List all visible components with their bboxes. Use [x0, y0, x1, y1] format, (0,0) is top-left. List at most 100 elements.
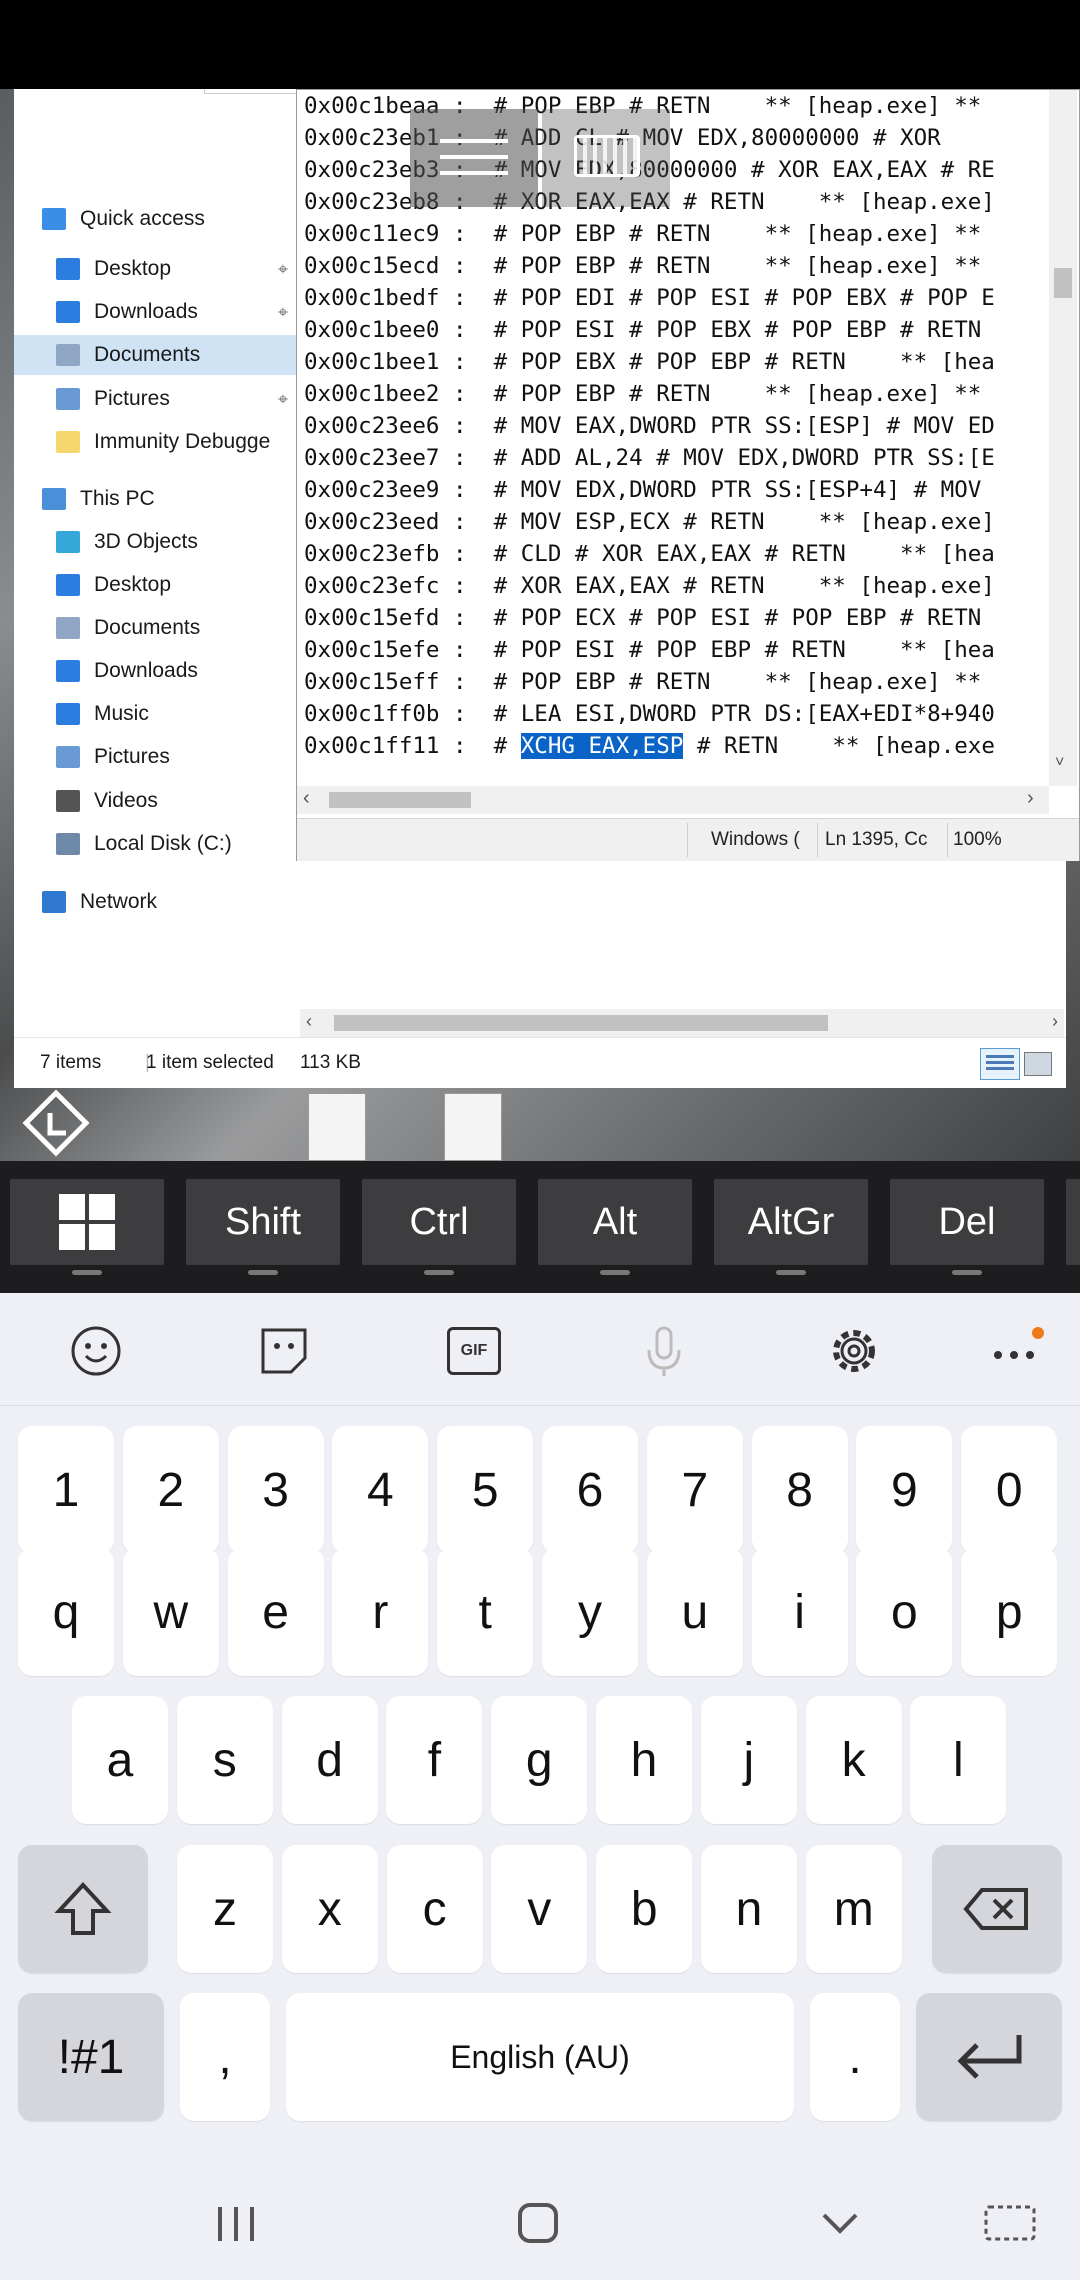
- nav-item[interactable]: Quick access: [42, 199, 298, 239]
- nav-item[interactable]: Network: [42, 882, 298, 922]
- key-n[interactable]: n: [701, 1845, 797, 1973]
- notepad-vertical-scrollbar[interactable]: ˅: [1049, 90, 1077, 786]
- key-w[interactable]: w: [122, 1548, 219, 1676]
- nav-item[interactable]: Desktop ⌖: [56, 249, 298, 289]
- nav-item[interactable]: Local Disk (C:): [56, 824, 298, 864]
- nav-item[interactable]: Pictures: [56, 737, 298, 777]
- remote-keyboard-button[interactable]: [542, 109, 670, 207]
- text-file-icon[interactable]: [308, 1093, 366, 1161]
- scroll-right-icon[interactable]: ›: [1052, 1011, 1058, 1032]
- nav-item[interactable]: Documents⌖: [14, 335, 340, 375]
- key-p[interactable]: p: [961, 1548, 1058, 1676]
- selected-text: XCHG EAX,ESP: [520, 733, 684, 759]
- scroll-left-icon[interactable]: ‹: [306, 1011, 312, 1032]
- home-icon[interactable]: [516, 2201, 560, 2245]
- extra-key-ctrl[interactable]: Ctrl: [362, 1179, 516, 1275]
- scrollbar-thumb[interactable]: [334, 1015, 828, 1031]
- nav-item[interactable]: 3D Objects: [56, 522, 298, 562]
- enter-icon: [957, 2035, 1022, 2079]
- extra-key-alt[interactable]: Alt: [538, 1179, 692, 1275]
- sticker-icon[interactable]: [254, 1321, 314, 1381]
- nav-item[interactable]: Downloads ⌖: [56, 292, 298, 332]
- space-key[interactable]: English (AU): [286, 1993, 794, 2121]
- key-5[interactable]: 5: [437, 1426, 534, 1554]
- key-f[interactable]: f: [386, 1696, 483, 1824]
- nav-item[interactable]: Desktop: [56, 565, 298, 605]
- scrollbar-thumb[interactable]: [1054, 268, 1072, 298]
- code-line: 0x00c1bee1 : # POP EBX # POP EBP # RETN …: [304, 349, 995, 375]
- symbols-key[interactable]: !#1: [18, 1993, 164, 2121]
- backspace-icon: [963, 1888, 1028, 1930]
- nav-item[interactable]: Downloads: [56, 651, 298, 691]
- key-s[interactable]: s: [176, 1696, 273, 1824]
- nav-item[interactable]: Immunity Debugge: [56, 422, 298, 462]
- key-u[interactable]: u: [646, 1548, 743, 1676]
- key-e[interactable]: e: [227, 1548, 324, 1676]
- key-1[interactable]: 1: [18, 1426, 114, 1554]
- key-b[interactable]: b: [596, 1845, 693, 1973]
- key-t[interactable]: t: [437, 1548, 534, 1676]
- microphone-icon[interactable]: [634, 1321, 694, 1381]
- text-file-icon[interactable]: [444, 1093, 502, 1161]
- extra-key-more[interactable]: [1066, 1179, 1080, 1265]
- key-6[interactable]: 6: [542, 1426, 638, 1554]
- scrollbar-thumb[interactable]: [329, 792, 471, 808]
- large-icons-view-icon[interactable]: [1024, 1052, 1052, 1076]
- key-9[interactable]: 9: [856, 1426, 953, 1554]
- scroll-right-icon[interactable]: ›: [1027, 787, 1034, 810]
- windows-key[interactable]: [10, 1179, 164, 1275]
- more-options-icon[interactable]: [984, 1321, 1044, 1381]
- key-o[interactable]: o: [856, 1548, 953, 1676]
- key-h[interactable]: h: [596, 1696, 692, 1824]
- nav-item-label: Music: [94, 702, 149, 725]
- key-0[interactable]: 0: [961, 1426, 1058, 1554]
- extra-key-shift[interactable]: Shift: [186, 1179, 340, 1275]
- key-x[interactable]: x: [281, 1845, 378, 1973]
- key-k[interactable]: k: [805, 1696, 902, 1824]
- key-v[interactable]: v: [491, 1845, 588, 1973]
- key-r[interactable]: r: [332, 1548, 429, 1676]
- notepad-horizontal-scrollbar[interactable]: ‹ ›: [297, 786, 1049, 814]
- nav-item-label: Network: [80, 890, 158, 913]
- backspace-key[interactable]: [932, 1845, 1062, 1973]
- nav-item[interactable]: Pictures ⌖: [56, 379, 298, 419]
- key-m[interactable]: m: [805, 1845, 902, 1973]
- key-c[interactable]: c: [386, 1845, 483, 1973]
- scroll-left-icon[interactable]: ‹: [303, 787, 310, 810]
- key-a[interactable]: a: [72, 1696, 168, 1824]
- key-j[interactable]: j: [700, 1696, 797, 1824]
- key-z[interactable]: z: [177, 1845, 273, 1973]
- key-y[interactable]: y: [542, 1548, 638, 1676]
- extra-key-del[interactable]: Del: [890, 1179, 1044, 1275]
- keyboard-switch-icon[interactable]: [984, 2201, 1036, 2245]
- key-4[interactable]: 4: [332, 1426, 429, 1554]
- key-8[interactable]: 8: [751, 1426, 848, 1554]
- extra-key-altgr[interactable]: AltGr: [714, 1179, 868, 1275]
- settings-gear-icon[interactable]: [824, 1321, 884, 1381]
- nav-item[interactable]: Documents: [56, 608, 298, 648]
- recent-apps-icon[interactable]: [214, 2201, 258, 2245]
- key-l[interactable]: l: [910, 1696, 1007, 1824]
- nav-item[interactable]: Music: [56, 694, 298, 734]
- shift-key[interactable]: [18, 1845, 148, 1973]
- scroll-down-icon[interactable]: ˅: [1055, 754, 1064, 772]
- key-d[interactable]: d: [281, 1696, 378, 1824]
- hide-keyboard-icon[interactable]: [818, 2201, 862, 2245]
- key-2[interactable]: 2: [122, 1426, 219, 1554]
- nav-item[interactable]: Videos: [56, 781, 298, 821]
- key-7[interactable]: 7: [646, 1426, 743, 1554]
- nav-item[interactable]: This PC: [42, 479, 298, 519]
- enter-key[interactable]: [916, 1993, 1062, 2121]
- key-q[interactable]: q: [18, 1548, 114, 1676]
- remote-menu-button[interactable]: [410, 109, 538, 207]
- gif-icon[interactable]: GIF: [444, 1321, 504, 1381]
- details-view-icon[interactable]: [980, 1048, 1020, 1080]
- comma-key[interactable]: ,: [180, 1993, 270, 2121]
- key-i[interactable]: i: [751, 1548, 848, 1676]
- shortcut-icon[interactable]: [20, 1087, 92, 1159]
- key-3[interactable]: 3: [227, 1426, 324, 1554]
- emoji-icon[interactable]: [66, 1321, 126, 1381]
- explorer-horizontal-scrollbar[interactable]: ‹ ›: [300, 1009, 1064, 1037]
- key-g[interactable]: g: [491, 1696, 588, 1824]
- period-key[interactable]: .: [810, 1993, 900, 2121]
